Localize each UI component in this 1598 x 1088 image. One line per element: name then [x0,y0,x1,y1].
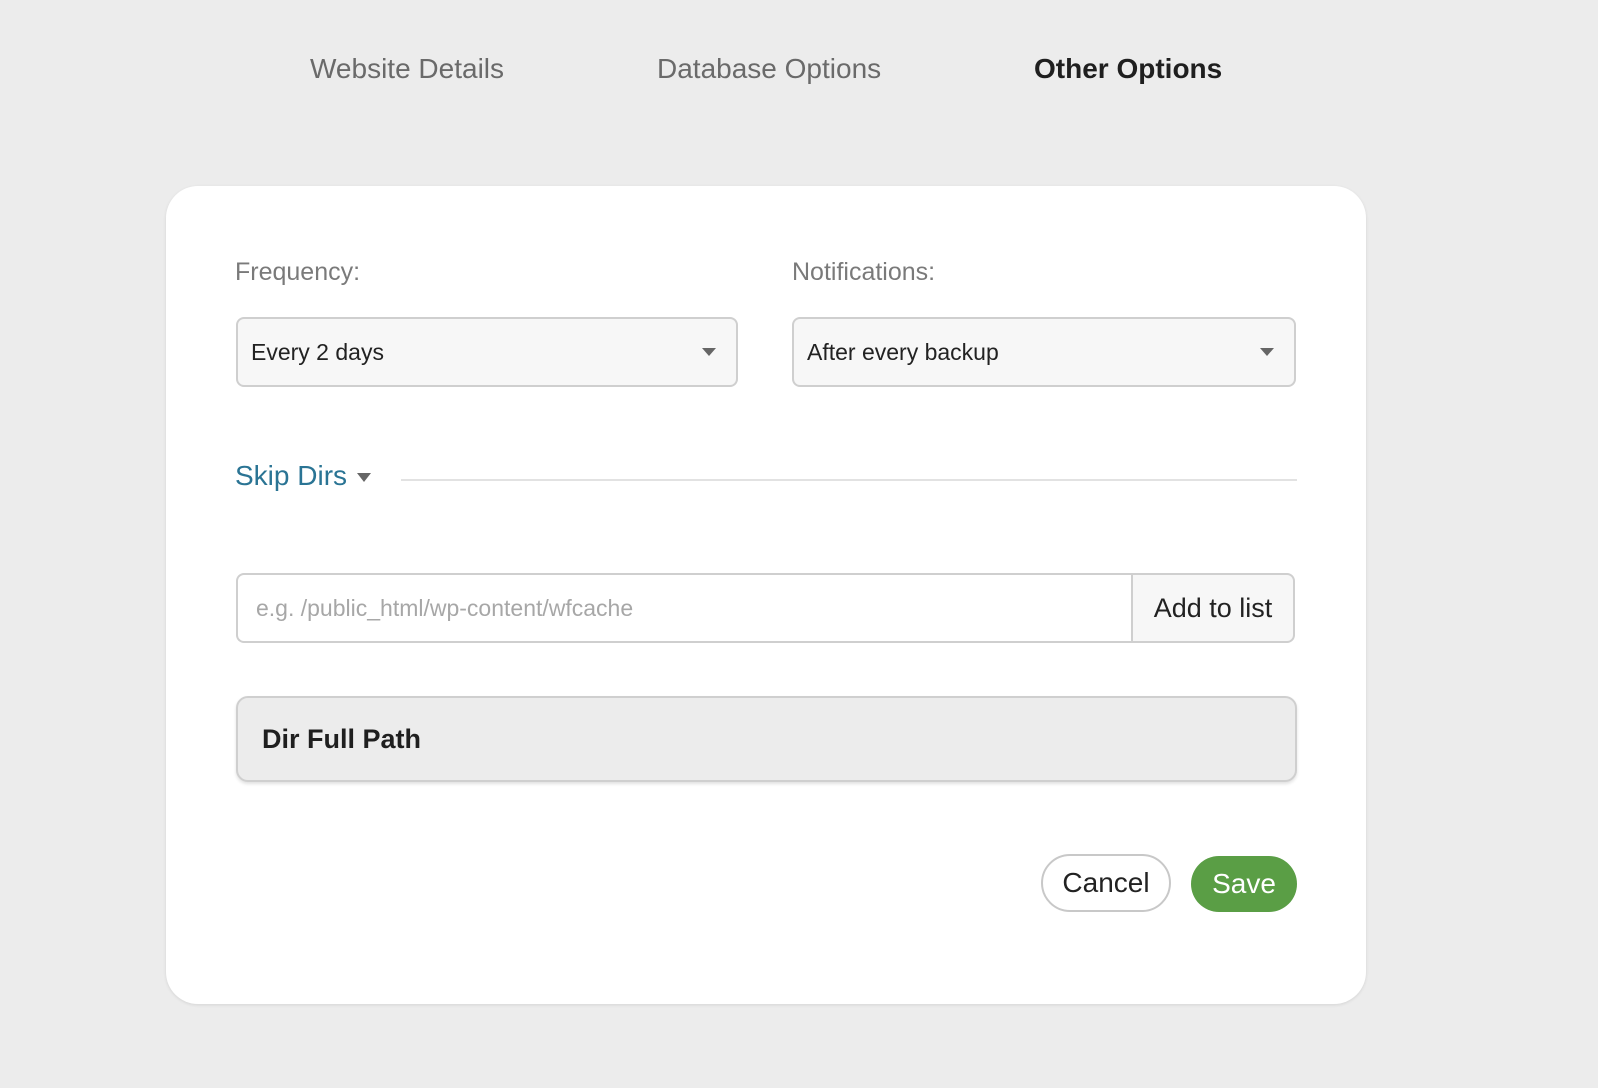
chevron-down-icon [702,348,716,356]
options-card: Frequency: Every 2 days Notifications: A… [166,186,1366,1004]
section-divider [401,479,1297,481]
tab-website-details[interactable]: Website Details [310,44,504,94]
notifications-select[interactable]: After every backup [792,317,1296,387]
tab-other-options[interactable]: Other Options [1034,44,1222,94]
chevron-down-icon [357,473,371,482]
skip-dirs-title: Skip Dirs [235,460,348,491]
wizard-tabs: Website Details Database Options Other O… [0,44,1598,94]
save-button[interactable]: Save [1191,856,1297,912]
add-to-list-button[interactable]: Add to list [1131,573,1295,643]
skip-dir-path-input[interactable] [236,573,1131,643]
chevron-down-icon [1260,348,1274,356]
frequency-selected-value: Every 2 days [251,339,384,365]
notifications-selected-value: After every backup [807,339,999,365]
skip-dirs-toggle[interactable]: Skip Dirs [235,456,371,496]
column-header-dir-full-path: Dir Full Path [262,724,422,754]
cancel-button[interactable]: Cancel [1041,854,1171,912]
notifications-label: Notifications: [792,258,936,286]
frequency-label: Frequency: [235,258,361,286]
frequency-select[interactable]: Every 2 days [236,317,738,387]
tab-database-options[interactable]: Database Options [657,44,881,94]
skip-dirs-table-header: Dir Full Path [236,696,1297,782]
